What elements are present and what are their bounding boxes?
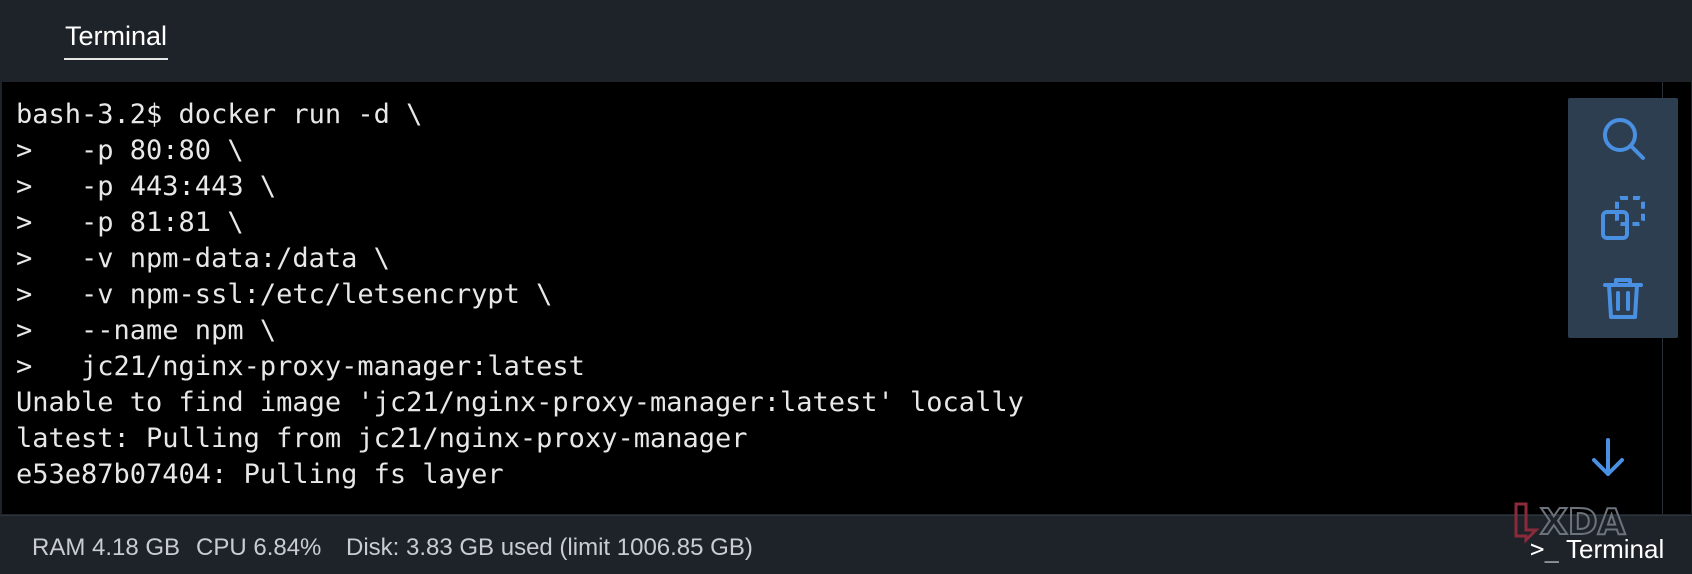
terminal-output[interactable]: bash-3.2$ docker run -d \ > -p 80:80 \ > -… [16, 97, 1024, 493]
copy-icon [1601, 196, 1645, 240]
terminal-line: Unable to find image 'jc21/nginx-proxy-m… [16, 387, 1024, 418]
terminal-line: latest: Pulling from jc21/nginx-proxy-ma… [16, 423, 748, 454]
terminal-line: > -v npm-data:/data \ [16, 243, 390, 274]
watermark-label: Terminal [1566, 534, 1665, 564]
trash-icon [1603, 278, 1643, 319]
terminal-line: > -p 80:80 \ [16, 135, 244, 166]
disk-usage: Disk: 3.83 GB used (limit 1006.85 GB) [346, 534, 753, 561]
terminal-line: > jc21/nginx-proxy-manager:latest [16, 351, 585, 382]
terminal-line: > -p 81:81 \ [16, 207, 244, 238]
header-bar: Terminal [0, 0, 1692, 81]
tab-terminal[interactable]: Terminal [64, 18, 169, 60]
terminal-prompt-icon: >_ [1530, 535, 1559, 563]
terminal-line: e53e87b07404: Pulling fs layer [16, 459, 504, 490]
ram-usage: RAM 4.18 GB [32, 534, 181, 561]
terminal-line: bash-3.2$ docker run -d \ [16, 99, 423, 130]
copy-button[interactable] [1599, 194, 1647, 242]
terminal-line: > -v npm-ssl:/etc/letsencrypt \ [16, 279, 553, 310]
arrow-down-icon [1592, 438, 1624, 476]
search-icon [1603, 118, 1645, 160]
search-button[interactable] [1599, 114, 1647, 162]
clear-button[interactable] [1599, 274, 1647, 322]
terminal-line: > -p 443:443 \ [16, 171, 277, 202]
terminal-toolbar [1568, 98, 1678, 338]
cpu-usage: CPU 6.84% [196, 534, 322, 561]
scroll-to-bottom-button[interactable] [1588, 436, 1628, 480]
terminal-line: > --name npm \ [16, 315, 277, 346]
